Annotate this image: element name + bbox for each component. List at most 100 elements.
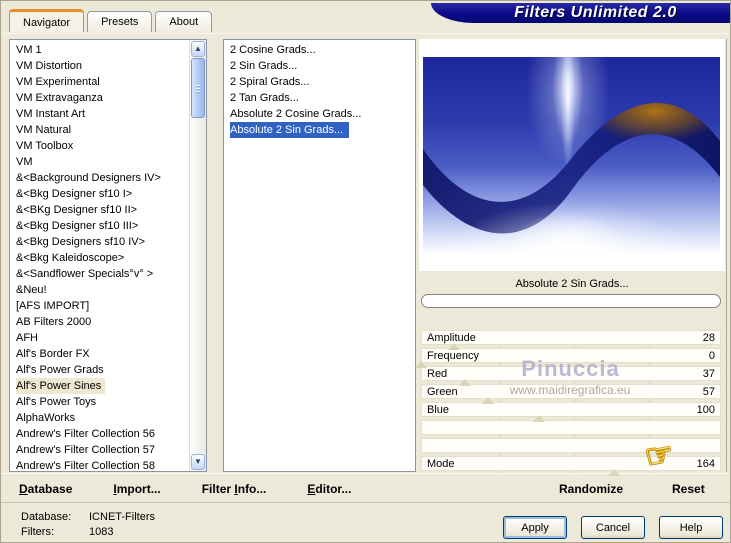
- slider-label: Frequency: [427, 350, 479, 362]
- category-label: &<Bkg Designer sf10 I>: [16, 188, 133, 200]
- category-label: VM Natural: [16, 124, 72, 136]
- category-list-item[interactable]: VM 1: [10, 42, 189, 58]
- database-label: Database:: [21, 511, 72, 523]
- dialog-button-label: Cancel: [595, 521, 631, 534]
- category-list-item[interactable]: VM Instant Art: [10, 106, 189, 122]
- category-list-item[interactable]: Alf's Power Toys: [10, 394, 189, 410]
- category-list-item[interactable]: &<Bkg Designer sf10 I>: [10, 186, 189, 202]
- category-list-item[interactable]: &<Bkg Designer sf10 III>: [10, 218, 189, 234]
- slider-row: Mode 164: [419, 456, 725, 476]
- category-scrollbar: ▲ ▼: [189, 40, 206, 471]
- filter-label: 2 Spiral Grads...: [230, 76, 310, 88]
- tab-label: Navigator: [23, 17, 71, 29]
- window-title: Filters Unlimited 2.0: [514, 4, 677, 21]
- dialog-button[interactable]: Apply: [503, 516, 567, 539]
- slider-track[interactable]: Frequency 0: [421, 348, 721, 363]
- filter-list-item[interactable]: Absolute 2 Cosine Grads...: [224, 106, 415, 122]
- slider-value: 100: [696, 404, 715, 416]
- tab[interactable]: About: [155, 11, 213, 32]
- category-label: Alf's Border FX: [16, 348, 90, 360]
- category-list-item[interactable]: &<Bkg Kaleidoscope>: [10, 250, 189, 266]
- filter-list-item[interactable]: 2 Cosine Grads...: [224, 42, 415, 58]
- toolbar-button-text: nfo...: [237, 482, 267, 496]
- category-list-item[interactable]: AFH: [10, 330, 189, 346]
- filters-value: 1083: [89, 526, 114, 538]
- tab[interactable]: Presets: [87, 11, 153, 32]
- slider-track[interactable]: [421, 438, 721, 453]
- category-list-item[interactable]: VM Natural: [10, 122, 189, 138]
- filter-list-item[interactable]: 2 Spiral Grads...: [224, 74, 415, 90]
- category-label: VM: [16, 156, 33, 168]
- tab-bar: Navigator Presets About: [9, 9, 213, 32]
- filter-listbox: 2 Cosine Grads... 2 Sin Grads... 2 Spira…: [223, 39, 416, 472]
- title-banner: Filters Unlimited 2.0: [431, 3, 730, 23]
- slider-track[interactable]: Mode 164: [421, 456, 721, 471]
- filter-list-item[interactable]: 2 Sin Grads...: [224, 58, 415, 74]
- slider-track[interactable]: Blue 100: [421, 402, 721, 417]
- slider-track[interactable]: [421, 420, 721, 435]
- slider-row: Amplitude 28: [419, 330, 725, 350]
- scroll-up-button[interactable]: ▲: [191, 41, 205, 57]
- category-list-item[interactable]: Alf's Border FX: [10, 346, 189, 362]
- category-list-item[interactable]: &<BKg Designer sf10 II>: [10, 202, 189, 218]
- filter-label: 2 Cosine Grads...: [230, 44, 316, 56]
- category-list-item[interactable]: VM Experimental: [10, 74, 189, 90]
- toolbar-button-text: mport...: [116, 482, 161, 496]
- category-list-item[interactable]: Andrew's Filter Collection 56: [10, 426, 189, 442]
- dialog-button[interactable]: Help: [659, 516, 723, 539]
- category-list-item[interactable]: [AFS IMPORT]: [10, 298, 189, 314]
- category-list-item[interactable]: &Neu!: [10, 282, 189, 298]
- toolbar-button[interactable]: Editor...: [307, 482, 351, 496]
- category-list-item[interactable]: Alf's Power Grads: [10, 362, 189, 378]
- category-list-item[interactable]: VM: [10, 154, 189, 170]
- category-list-item[interactable]: &<Bkg Designers sf10 IV>: [10, 234, 189, 250]
- slider-thumb[interactable]: [532, 415, 545, 422]
- reset-button[interactable]: Reset: [672, 482, 705, 496]
- scrollbar-thumb[interactable]: [191, 58, 205, 118]
- category-list-item[interactable]: Andrew's Filter Collection 58: [10, 458, 189, 471]
- category-list-item[interactable]: Andrew's Filter Collection 57: [10, 442, 189, 458]
- slider-thumb[interactable]: [447, 343, 460, 350]
- slider-row: Frequency 0: [415, 348, 725, 368]
- scroll-down-button[interactable]: ▼: [191, 454, 205, 470]
- toolbar-button[interactable]: Filter Info...: [202, 482, 267, 496]
- tab[interactable]: Navigator: [9, 9, 85, 32]
- category-label: VM Extravaganza: [16, 92, 103, 104]
- category-label: &<BKg Designer sf10 II>: [16, 204, 138, 216]
- category-list-item[interactable]: VM Toolbox: [10, 138, 189, 154]
- toolbar-button[interactable]: Database: [19, 482, 72, 496]
- slider-row: Green 57: [419, 384, 725, 404]
- filter-list-item[interactable]: Absolute 2 Sin Grads...: [224, 122, 415, 138]
- category-list-item[interactable]: VM Distortion: [10, 58, 189, 74]
- slider-thumb[interactable]: [415, 361, 427, 368]
- slider-track[interactable]: Amplitude 28: [421, 330, 721, 345]
- category-label: AlphaWorks: [16, 412, 76, 424]
- slider-stack: Amplitude 28 Frequency 0 Red 37 Green 57…: [415, 330, 725, 476]
- randomize-button[interactable]: Randomize: [559, 482, 623, 496]
- toolbar-button[interactable]: Import...: [113, 482, 160, 496]
- dialog-buttons: Apply Cancel Help: [503, 516, 723, 539]
- category-label: VM Instant Art: [16, 108, 86, 120]
- slider-thumb[interactable]: [458, 379, 471, 386]
- category-label: Alf's Power Sines: [16, 378, 106, 394]
- category-list-item[interactable]: AB Filters 2000: [10, 314, 189, 330]
- category-list-item[interactable]: Alf's Power Sines: [10, 378, 189, 394]
- dialog-button[interactable]: Cancel: [581, 516, 645, 539]
- category-label: &Neu!: [16, 284, 47, 296]
- category-list-item[interactable]: &<Background Designers IV>: [10, 170, 189, 186]
- category-list-item[interactable]: VM Extravaganza: [10, 90, 189, 106]
- category-list-item[interactable]: AlphaWorks: [10, 410, 189, 426]
- progress-bar: [421, 294, 721, 308]
- filter-list-item[interactable]: 2 Tan Grads...: [224, 90, 415, 106]
- category-label: VM Experimental: [16, 76, 100, 88]
- slider-thumb[interactable]: [607, 469, 620, 476]
- slider-thumb[interactable]: [482, 397, 495, 404]
- slider-label: Red: [427, 368, 448, 380]
- category-list-item[interactable]: &<Sandflower Specials°v° >: [10, 266, 189, 282]
- slider-track[interactable]: Green 57: [421, 384, 721, 399]
- filter-label: 2 Tan Grads...: [230, 92, 299, 104]
- preview-caption: Absolute 2 Sin Grads...: [515, 278, 629, 290]
- database-value: ICNET-Filters: [89, 511, 155, 523]
- category-label: &<Bkg Designers sf10 IV>: [16, 236, 146, 248]
- filters-label: Filters:: [21, 526, 54, 538]
